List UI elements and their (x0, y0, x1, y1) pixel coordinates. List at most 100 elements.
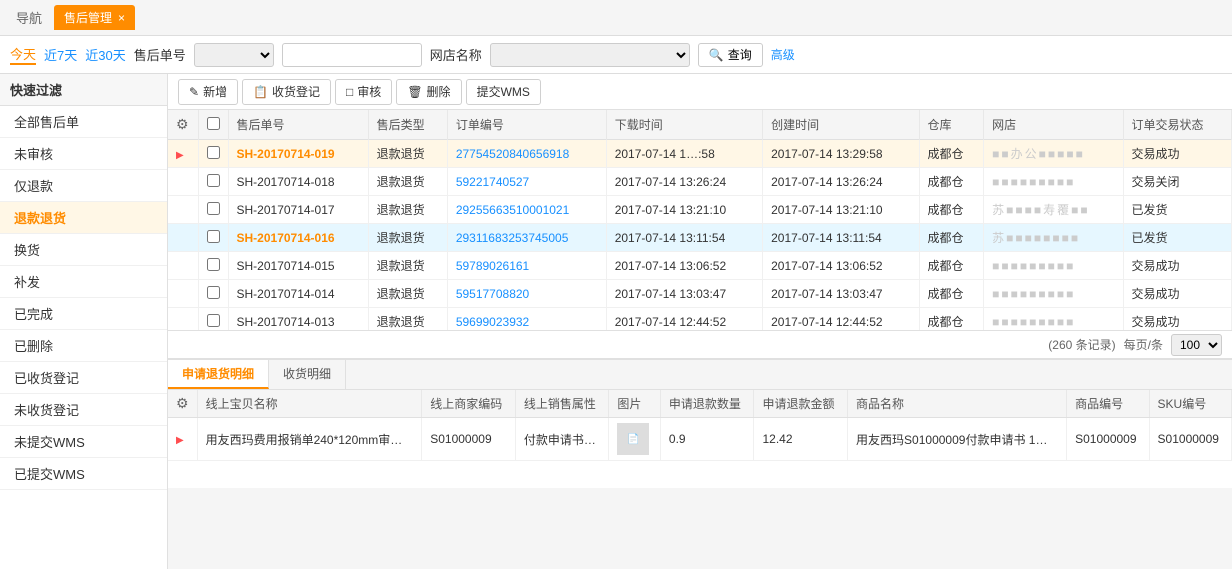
row-checkbox-cell[interactable] (198, 224, 228, 252)
download-time: 2017-07-14 12:44:52 (606, 308, 762, 331)
audit-button[interactable]: □ 审核 (335, 79, 392, 105)
row-checkbox-cell[interactable] (198, 168, 228, 196)
sidebar-item-未审核[interactable]: 未审核 (0, 138, 167, 170)
sidebar-item-全部售后单[interactable]: 全部售后单 (0, 106, 167, 138)
row-checkbox[interactable] (207, 258, 220, 271)
col-status: 订单交易状态 (1123, 110, 1231, 140)
per-page-select[interactable]: 100 50 200 (1171, 334, 1222, 356)
sidebar-item-未收货登记[interactable]: 未收货登记 (0, 394, 167, 426)
order-number: 27754520840656918 (447, 140, 606, 168)
bottom-settings-col[interactable]: ⚙ (168, 390, 197, 418)
table-row[interactable]: SH-20170714-014退款退货595177088202017-07-14… (168, 280, 1232, 308)
bottom-table-wrapper[interactable]: ⚙ 线上宝贝名称 线上商家编码 线上销售属性 图片 申请退款数量 申请退款金额 … (168, 390, 1232, 488)
shop-name: 苏■■■■寿覆■■ (984, 196, 1123, 224)
play-cell (168, 168, 198, 196)
advanced-button[interactable]: 高级 (771, 46, 795, 63)
download-time: 2017-07-14 13:26:24 (606, 168, 762, 196)
row-checkbox-cell[interactable] (198, 280, 228, 308)
col-create-time: 创建时间 (763, 110, 919, 140)
main-layout: 快速过滤 全部售后单未审核仅退款退款退货换货补发已完成已删除已收货登记未收货登记… (0, 74, 1232, 569)
order-status: 交易成功 (1123, 308, 1231, 331)
submit-wms-button[interactable]: 提交WMS (466, 79, 541, 105)
nav-label: 导航 (8, 8, 50, 27)
filter-last30[interactable]: 近30天 (85, 45, 125, 64)
download-time: 2017-07-14 1…:58 (606, 140, 762, 168)
after-sale-id: SH-20170714-015 (228, 252, 368, 280)
row-checkbox[interactable] (207, 314, 220, 327)
select-all-col[interactable] (198, 110, 228, 140)
warehouse: 成都仓 (919, 196, 984, 224)
sidebar-item-已完成[interactable]: 已完成 (0, 298, 167, 330)
table-row[interactable]: SH-20170714-017退款退货292556635100010212017… (168, 196, 1232, 224)
close-tab-icon[interactable]: × (118, 11, 125, 25)
shop-name: ■■■■■■■■■ (984, 280, 1123, 308)
active-tab[interactable]: 售后管理 × (54, 5, 135, 30)
after-sale-id: SH-20170714-019 (228, 140, 368, 168)
delete-button[interactable]: 🗑 删除 (396, 79, 461, 105)
field-type-select[interactable] (194, 43, 274, 67)
create-time: 2017-07-14 12:44:52 (763, 308, 919, 331)
sidebar-item-已提交WMS[interactable]: 已提交WMS (0, 458, 167, 490)
search-button[interactable]: 🔍 查询 (698, 43, 763, 67)
row-checkbox-cell[interactable] (198, 252, 228, 280)
sidebar-item-未提交WMS[interactable]: 未提交WMS (0, 426, 167, 458)
sidebar-item-已收货登记[interactable]: 已收货登记 (0, 362, 167, 394)
bottom-col-image: 图片 (609, 390, 661, 418)
filter-today[interactable]: 今天 (10, 44, 36, 65)
add-button[interactable]: ✎ 新增 (178, 79, 238, 105)
table-row[interactable]: SH-20170714-016退款退货293116832537450052017… (168, 224, 1232, 252)
row-checkbox[interactable] (207, 146, 220, 159)
tab-refund-detail[interactable]: 申请退货明细 (168, 360, 269, 389)
col-order-id: 售后单号 (228, 110, 368, 140)
bottom-table: ⚙ 线上宝贝名称 线上商家编码 线上销售属性 图片 申请退款数量 申请退款金额 … (168, 390, 1232, 461)
after-sale-type: 退款退货 (368, 308, 447, 331)
sidebar-item-退款退货[interactable]: 退款退货 (0, 202, 167, 234)
toolbar: ✎ 新增 📋 收货登记 □ 审核 🗑 删除 提交WMS (168, 74, 1232, 110)
product-code-cell: S01000009 (1067, 418, 1149, 461)
after-sale-type: 退款退货 (368, 168, 447, 196)
tab-receive-detail[interactable]: 收货明细 (269, 360, 346, 389)
search-label: 查询 (728, 46, 752, 63)
filter-bar: 今天 近7天 近30天 售后单号 网店名称 🔍 查询 高级 (0, 36, 1232, 74)
row-checkbox[interactable] (207, 286, 220, 299)
sidebar-item-已删除[interactable]: 已删除 (0, 330, 167, 362)
warehouse: 成都仓 (919, 252, 984, 280)
main-table: ⚙ 售后单号 售后类型 订单编号 下载时间 创建时间 仓库 网店 订单交易状态 … (168, 110, 1232, 330)
top-navigation: 导航 售后管理 × (0, 0, 1232, 36)
sidebar-item-仅退款[interactable]: 仅退款 (0, 170, 167, 202)
bottom-tab-bar: 申请退货明细 收货明细 (168, 360, 1232, 390)
col-warehouse: 仓库 (919, 110, 984, 140)
receive-button[interactable]: 📋 收货登记 (242, 79, 331, 105)
row-checkbox[interactable] (207, 202, 220, 215)
bottom-col-qty: 申请退款数量 (660, 390, 754, 418)
bottom-col-product-code: 商品编号 (1067, 390, 1149, 418)
row-checkbox[interactable] (207, 174, 220, 187)
filter-search-input[interactable] (282, 43, 422, 67)
settings-col[interactable]: ⚙ (168, 110, 198, 140)
row-checkbox-cell[interactable] (198, 140, 228, 168)
select-all-checkbox[interactable] (207, 117, 220, 130)
play-cell (168, 280, 198, 308)
product-name-cell: 用友西玛费用报销单240*120mm审… (197, 418, 422, 461)
table-row[interactable]: SH-20170714-018退款退货592217405272017-07-14… (168, 168, 1232, 196)
shop-select[interactable] (490, 43, 690, 67)
order-number: 59517708820 (447, 280, 606, 308)
sidebar-item-补发[interactable]: 补发 (0, 266, 167, 298)
table-row[interactable]: ▶SH-20170714-019退款退货27754520840656918201… (168, 140, 1232, 168)
main-table-wrapper[interactable]: ⚙ 售后单号 售后类型 订单编号 下载时间 创建时间 仓库 网店 订单交易状态 … (168, 110, 1232, 330)
row-checkbox-cell[interactable] (198, 308, 228, 331)
bottom-table-row[interactable]: ▶用友西玛费用报销单240*120mm审…S01000009付款申请书…📄0.9… (168, 418, 1232, 461)
sidebar-item-换货[interactable]: 换货 (0, 234, 167, 266)
product-image-cell: 📄 (609, 418, 661, 461)
field-label: 售后单号 (134, 45, 186, 64)
shop-name: ■■办公■■■■■ (984, 140, 1123, 168)
play-cell: ▶ (168, 140, 198, 168)
filter-last7[interactable]: 近7天 (44, 45, 77, 64)
order-number: 59789026161 (447, 252, 606, 280)
row-checkbox-cell[interactable] (198, 196, 228, 224)
row-checkbox[interactable] (207, 230, 220, 243)
shop-name: 苏■■■■■■■■ (984, 224, 1123, 252)
after-sale-type: 退款退货 (368, 224, 447, 252)
table-row[interactable]: SH-20170714-015退款退货597890261612017-07-14… (168, 252, 1232, 280)
table-row[interactable]: SH-20170714-013退款退货596990239322017-07-14… (168, 308, 1232, 331)
